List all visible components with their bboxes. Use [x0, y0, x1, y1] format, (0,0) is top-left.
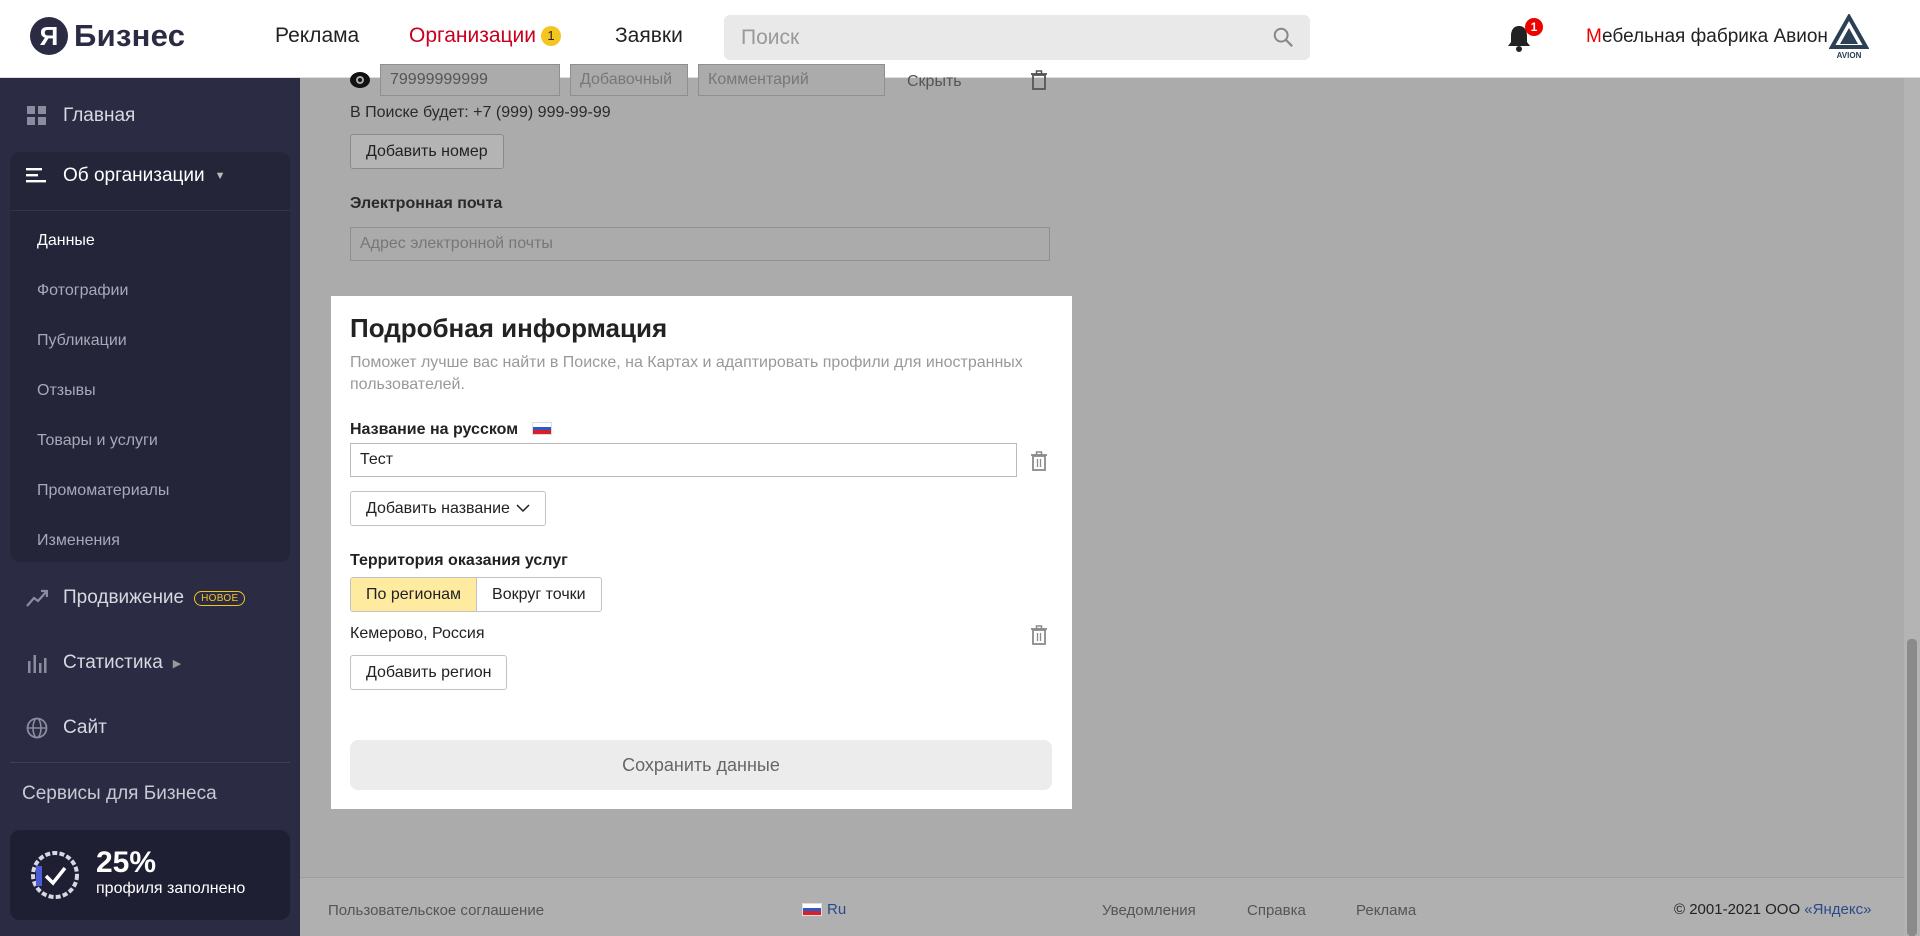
footer-link-agreement[interactable]: Пользовательское соглашение: [328, 902, 544, 919]
add-region-button[interactable]: Добавить регион: [350, 655, 508, 690]
extension-input[interactable]: Добавочный: [570, 64, 688, 96]
sidebar-item-label: Об организации: [63, 165, 205, 186]
caret-right-icon: ▶: [172, 657, 182, 670]
top-header: Я Бизнес Реклама Организации 1 Заявки Пои…: [0, 0, 1920, 78]
nav-organizations-label: Организации: [409, 24, 537, 47]
hide-phone-link[interactable]: Скрыть: [907, 73, 962, 91]
yandex-business-logo[interactable]: Я Бизнес: [30, 16, 185, 56]
new-badge: НОВОЕ: [194, 590, 246, 606]
svg-text:AVION: AVION: [1837, 51, 1862, 60]
region-item: Кемерово, Россия: [350, 625, 485, 642]
sidebar-item-site[interactable]: Сайт: [26, 717, 107, 739]
modal-title: Подробная информация: [350, 313, 668, 343]
bar-chart-icon: [26, 652, 48, 674]
sidebar-item-label: Продвижение: [63, 587, 185, 608]
business-services-link[interactable]: Сервисы для Бизнеса: [22, 783, 217, 805]
comment-input[interactable]: Комментарий: [698, 64, 885, 96]
add-name-label: Добавить название: [366, 499, 510, 517]
trash-icon[interactable]: [1029, 450, 1049, 472]
russia-flag-icon: [532, 422, 553, 435]
footer-link-help[interactable]: Справка: [1247, 902, 1306, 919]
nav-organizations[interactable]: Организации 1: [409, 24, 562, 48]
territory-option-regions[interactable]: По регионам: [351, 578, 478, 611]
profile-progress-card[interactable]: 25% профиля заполнено: [10, 830, 290, 920]
sidebar-item-promotion[interactable]: Продвижение НОВОЕ: [26, 587, 246, 609]
language-label: Ru: [827, 901, 847, 918]
avion-logo[interactable]: AVION: [1829, 14, 1869, 60]
company-name[interactable]: Мебельная фабрика Авион: [1586, 26, 1828, 48]
territory-segmented-control: По регионам Вокруг точки: [350, 577, 602, 612]
territory-option-around-point[interactable]: Вокруг точки: [477, 578, 601, 611]
yandex-logo-mark: Я: [30, 17, 68, 55]
sidebar-item-label: Главная: [63, 105, 136, 126]
sidebar-item-label: Статистика: [63, 652, 163, 673]
name-ru-input[interactable]: Тест: [350, 443, 1017, 477]
chevron-down-icon: [516, 504, 530, 513]
search-preview-text: В Поиске будет: +7 (999) 999-99-99: [350, 104, 611, 121]
sidebar-sub-goods[interactable]: Товары и услуги: [37, 432, 158, 450]
territory-label: Территория оказания услуг: [350, 552, 568, 569]
search-icon[interactable]: [1272, 26, 1294, 48]
sidebar: Главная Об организации ▼ Данные Фотограф…: [0, 78, 300, 936]
save-button[interactable]: Сохранить данные: [350, 740, 1052, 790]
sidebar-item-label: Сайт: [63, 717, 107, 738]
sidebar-item-statistics[interactable]: Статистика ▶: [26, 652, 181, 674]
email-label: Электронная почта: [350, 195, 503, 212]
trend-icon: [26, 587, 48, 609]
notifications-badge: 1: [1525, 18, 1543, 36]
copyright-prefix: © 2001-2021 ООО: [1674, 901, 1805, 918]
russia-flag-icon: [802, 903, 822, 916]
email-field[interactable]: Адрес электронной почты: [350, 227, 1050, 261]
copyright: © 2001-2021 ООО «Яндекс»: [1674, 901, 1871, 918]
globe-icon: [26, 717, 48, 739]
phone-input[interactable]: 79999999999: [380, 64, 560, 96]
progress-percent: 25%: [96, 846, 157, 879]
progress-label: профиля заполнено: [96, 880, 246, 897]
search-input[interactable]: Поиск: [724, 15, 1310, 60]
divider: [10, 210, 290, 211]
sidebar-sub-publications[interactable]: Публикации: [37, 332, 127, 350]
company-name-rest: ебельная фабрика Авион: [1602, 26, 1828, 47]
sidebar-sub-promo[interactable]: Промоматериалы: [37, 482, 169, 500]
logo-text: Бизнес: [74, 18, 186, 53]
caret-down-icon: ▼: [214, 170, 226, 182]
language-switcher[interactable]: Ru: [802, 901, 846, 918]
footer-link-notifications[interactable]: Уведомления: [1102, 902, 1196, 919]
yandex-link[interactable]: «Яндекс»: [1804, 901, 1871, 918]
sidebar-sub-changes[interactable]: Изменения: [37, 532, 120, 550]
about-section: Об организации ▼ Данные Фотографии Публи…: [10, 152, 290, 562]
sidebar-item-home[interactable]: Главная: [26, 105, 135, 127]
modal-description: Поможет лучше вас найти в Поиске, на Кар…: [350, 354, 1023, 393]
sidebar-sub-photos[interactable]: Фотографии: [37, 282, 128, 300]
details-modal: Подробная информация Поможет лучше вас н…: [331, 296, 1072, 809]
scrollbar-thumb[interactable]: [1907, 639, 1917, 936]
footer-link-ads[interactable]: Реклама: [1356, 902, 1416, 919]
badge-check-icon: [31, 851, 79, 899]
divider: [10, 762, 290, 763]
page-scrollbar[interactable]: [1904, 78, 1920, 936]
sidebar-sub-reviews[interactable]: Отзывы: [37, 382, 96, 400]
add-number-button[interactable]: Добавить номер: [350, 134, 504, 169]
list-icon: [26, 165, 48, 187]
footer: Пользовательское соглашение Ru Уведомлен…: [300, 877, 1904, 936]
add-name-button[interactable]: Добавить название: [350, 491, 546, 526]
company-first-letter: М: [1586, 26, 1603, 47]
name-ru-label: Название на русском: [350, 421, 519, 438]
nav-requests[interactable]: Заявки: [615, 24, 683, 48]
organizations-badge: 1: [541, 26, 562, 46]
nav-reklama[interactable]: Реклама: [275, 24, 359, 48]
sidebar-item-about[interactable]: Об организации ▼: [26, 165, 226, 187]
trash-icon[interactable]: [1030, 70, 1048, 90]
eye-icon[interactable]: [349, 71, 371, 89]
trash-icon[interactable]: [1029, 624, 1049, 646]
grid-icon: [26, 105, 48, 127]
name-ru-label-row: Название на русском: [350, 421, 553, 439]
sidebar-sub-data[interactable]: Данные: [37, 232, 95, 250]
